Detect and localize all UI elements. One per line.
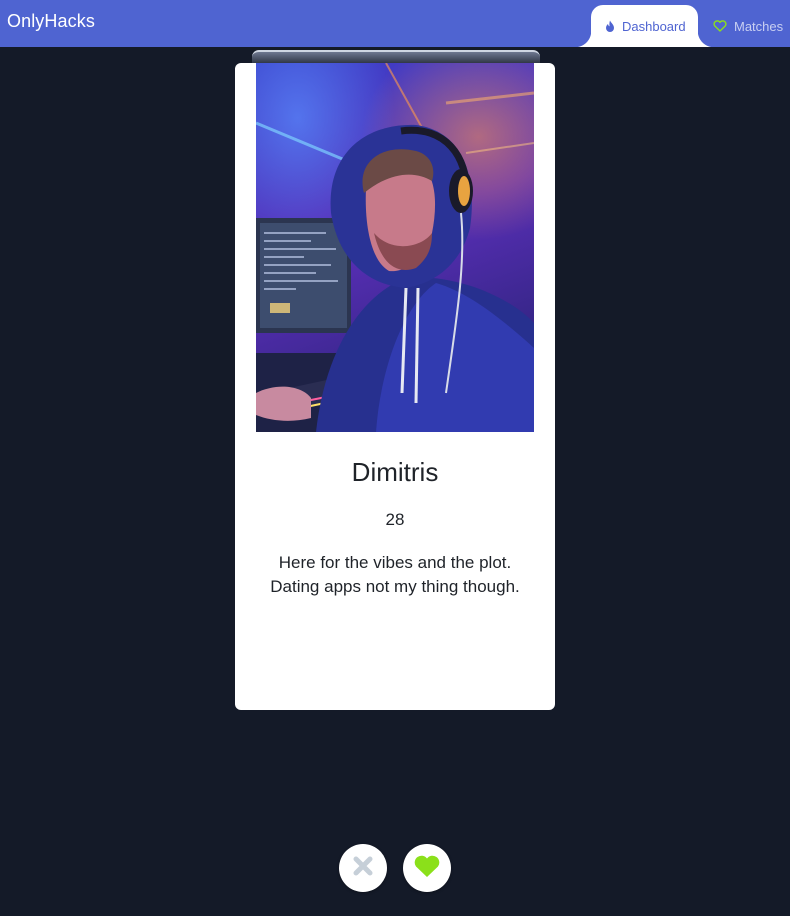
profile-card[interactable]: Dimitris 28 Here for the vibes and the p… <box>235 63 555 710</box>
profile-bio: Here for the vibes and the plot. Dating … <box>270 553 520 596</box>
tab-matches-label: Matches <box>734 18 784 34</box>
tab-dashboard[interactable]: Dashboard <box>575 5 714 47</box>
dislike-button[interactable] <box>339 844 387 892</box>
profile-photo <box>256 63 534 432</box>
profile-name: Dimitris <box>351 457 439 487</box>
like-button[interactable] <box>403 844 451 892</box>
top-navbar: OnlyHacks Dashboard Matches <box>0 0 790 47</box>
brand-logo[interactable]: OnlyHacks <box>7 11 95 32</box>
profile-age: 28 <box>385 510 405 529</box>
flame-icon <box>605 20 615 33</box>
next-card-edge <box>252 50 540 64</box>
tab-dashboard-label: Dashboard <box>622 18 686 34</box>
heart-icon <box>413 854 441 883</box>
x-icon <box>353 856 373 881</box>
heart-outline-icon <box>713 20 727 32</box>
tab-matches[interactable]: Matches <box>713 5 783 47</box>
